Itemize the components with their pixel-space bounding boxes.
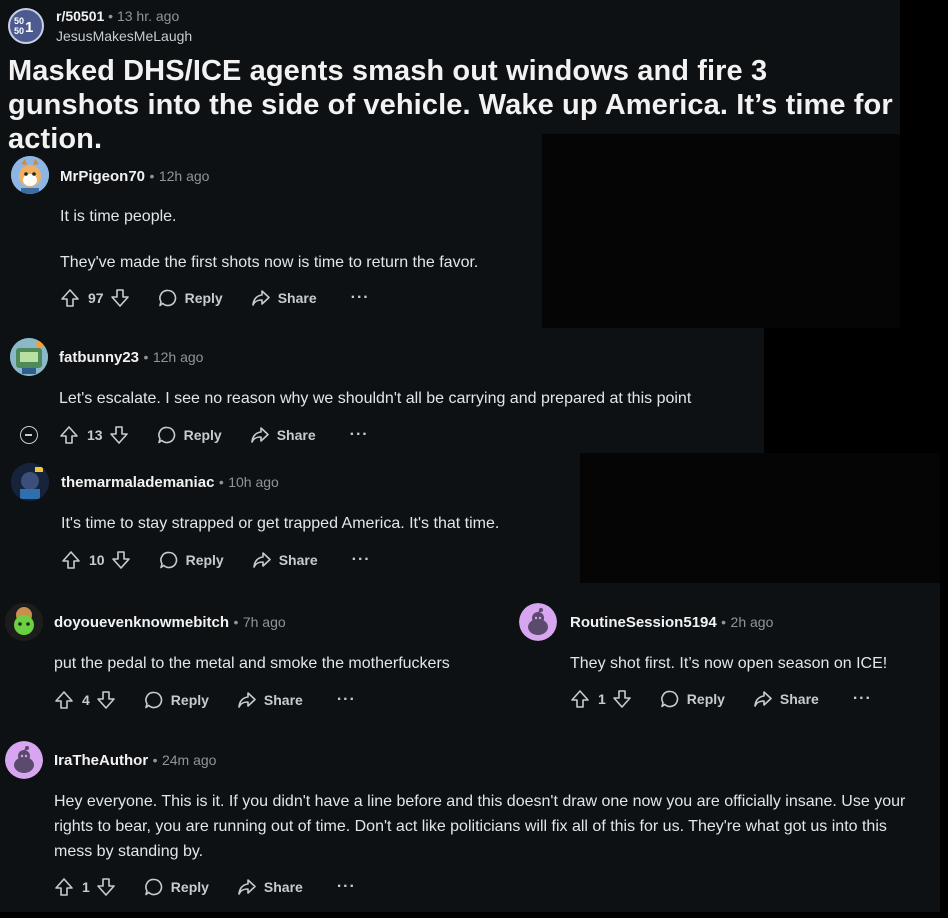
reply-button[interactable]: Reply — [144, 877, 209, 897]
comment-time: 2h ago — [730, 614, 774, 630]
comment-time: 12h ago — [158, 168, 210, 184]
share-button[interactable]: Share — [251, 288, 317, 308]
redacted-block — [542, 134, 900, 328]
comment-text: Let's escalate. I see no reason why we s… — [59, 390, 692, 407]
comment-text: Hey everyone. This is it. If you didn't … — [54, 793, 906, 860]
share-icon — [251, 288, 271, 308]
post-time: 13 hr. ago — [116, 8, 180, 24]
vote-count: 13 — [87, 427, 103, 443]
upvote-icon[interactable] — [61, 550, 81, 570]
more-options-button[interactable]: ··· — [853, 690, 872, 708]
share-button[interactable]: Share — [753, 689, 819, 709]
share-icon — [252, 550, 272, 570]
reply-icon — [157, 425, 177, 445]
reply-button[interactable]: Reply — [144, 690, 209, 710]
comment-username[interactable]: doyouevenknowmebitch — [54, 614, 229, 631]
more-options-button[interactable]: ··· — [337, 878, 356, 896]
share-icon — [753, 689, 773, 709]
user-avatar[interactable] — [11, 156, 49, 194]
comment-username[interactable]: IraTheAuthor — [54, 752, 148, 769]
downvote-icon[interactable] — [612, 689, 632, 709]
comment-time: 24m ago — [161, 752, 217, 768]
user-avatar[interactable] — [5, 741, 43, 779]
vote-count: 1 — [598, 691, 606, 707]
comment-text: put the pedal to the metal and smoke the… — [54, 655, 450, 672]
share-icon — [250, 425, 270, 445]
comment-text: It is time people. — [60, 208, 177, 225]
svg-text:1: 1 — [25, 19, 33, 36]
downvote-icon[interactable] — [96, 690, 116, 710]
comment-username[interactable]: themarmalademaniac — [61, 474, 214, 491]
share-button[interactable]: Share — [252, 550, 318, 570]
user-avatar[interactable] — [519, 603, 557, 641]
vote-count: 10 — [89, 552, 105, 568]
more-options-button[interactable]: ··· — [351, 289, 370, 307]
upvote-icon[interactable] — [54, 877, 74, 897]
share-button[interactable]: Share — [237, 877, 303, 897]
vote-count: 97 — [88, 290, 104, 306]
user-avatar[interactable] — [5, 603, 43, 641]
comment-time: 7h ago — [242, 614, 286, 630]
vote-count: 4 — [82, 692, 90, 708]
comment-username[interactable]: fatbunny23 — [59, 349, 139, 366]
share-icon — [237, 877, 257, 897]
comment-time: 10h ago — [228, 474, 279, 490]
comment-username[interactable]: MrPigeon70 — [60, 168, 145, 185]
downvote-icon[interactable] — [96, 877, 116, 897]
share-button[interactable]: Share — [250, 425, 316, 445]
reply-button[interactable]: Reply — [157, 425, 222, 445]
upvote-icon[interactable] — [570, 689, 590, 709]
subreddit-name[interactable]: r/50501 — [56, 8, 104, 24]
comment-text: They've made the first shots now is time… — [60, 254, 479, 271]
reply-button[interactable]: Reply — [660, 689, 725, 709]
reply-button[interactable]: Reply — [158, 288, 223, 308]
post-title: Masked DHS/ICE agents smash out windows … — [8, 55, 893, 155]
more-options-button[interactable]: ··· — [337, 691, 356, 709]
svg-text:50: 50 — [14, 16, 24, 26]
reply-icon — [144, 877, 164, 897]
upvote-icon[interactable] — [54, 690, 74, 710]
comment-text: They shot first. It’s now open season on… — [570, 655, 888, 672]
downvote-icon[interactable] — [111, 550, 131, 570]
reply-icon — [660, 689, 680, 709]
reply-icon — [159, 550, 179, 570]
comment-time: 12h ago — [152, 349, 204, 365]
upvote-icon[interactable] — [60, 288, 80, 308]
collapse-thread-icon[interactable] — [20, 426, 38, 444]
user-avatar[interactable] — [10, 338, 48, 376]
reply-icon — [158, 288, 178, 308]
upvote-icon[interactable] — [59, 425, 79, 445]
share-icon — [237, 690, 257, 710]
reply-icon — [144, 690, 164, 710]
comment-text: It's time to stay strapped or get trappe… — [61, 515, 500, 532]
downvote-icon[interactable] — [110, 288, 130, 308]
comment-username[interactable]: RoutineSession5194 — [570, 614, 717, 631]
vote-count: 1 — [82, 879, 90, 895]
redacted-block — [580, 453, 940, 583]
user-avatar[interactable] — [11, 463, 49, 501]
more-options-button[interactable]: ··· — [352, 551, 371, 569]
reply-button[interactable]: Reply — [159, 550, 224, 570]
share-button[interactable]: Share — [237, 690, 303, 710]
post-author[interactable]: JesusMakesMeLaugh — [56, 28, 192, 44]
downvote-icon[interactable] — [109, 425, 129, 445]
more-options-button[interactable]: ··· — [350, 426, 369, 444]
svg-text:50: 50 — [14, 26, 24, 36]
subreddit-icon[interactable]: 50 50 1 — [8, 8, 44, 44]
